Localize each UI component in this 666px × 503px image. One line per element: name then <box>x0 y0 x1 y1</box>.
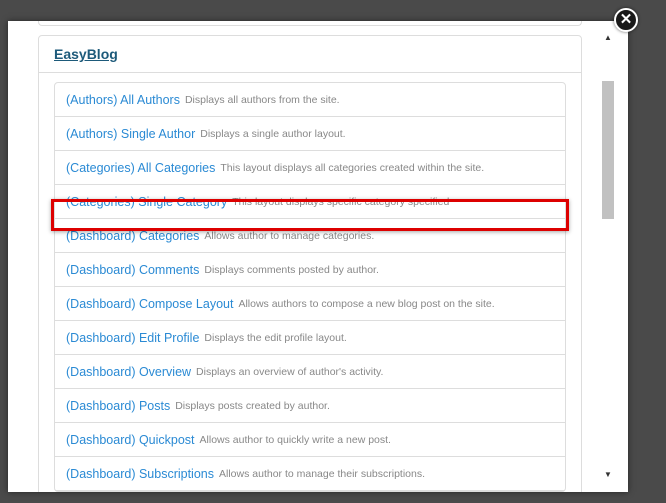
item-title[interactable]: (Dashboard) Compose Layout <box>66 297 233 311</box>
item-description: Allows author to manage categories. <box>204 229 375 242</box>
panel-title[interactable]: EasyBlog <box>54 46 118 62</box>
list-item[interactable]: (Dashboard) Compose Layout Allows author… <box>55 287 565 321</box>
layout-list: (Authors) All Authors Displays all autho… <box>54 82 566 492</box>
list-item[interactable]: (Dashboard) Overview Displays an overvie… <box>55 355 565 389</box>
modal-dialog: EasyBlog (Authors) All Authors Displays … <box>8 21 628 492</box>
item-description: Displays posts created by author. <box>175 399 330 412</box>
item-title[interactable]: (Dashboard) Edit Profile <box>66 331 199 345</box>
item-description: Allows author to quickly write a new pos… <box>199 433 391 446</box>
close-icon[interactable]: ✕ <box>614 8 638 32</box>
list-item[interactable]: (Authors) Single Author Displays a singl… <box>55 117 565 151</box>
item-description: This layout displays specific category s… <box>232 195 450 208</box>
item-description: Displays comments posted by author. <box>204 263 379 276</box>
item-description: Allows author to manage their subscripti… <box>219 467 426 480</box>
item-title[interactable]: (Authors) Single Author <box>66 127 195 141</box>
item-title[interactable]: (Dashboard) Comments <box>66 263 199 277</box>
item-description: Displays the edit profile layout. <box>204 331 347 344</box>
item-description: Displays a single author layout. <box>200 127 346 140</box>
panel-header: EasyBlog <box>39 36 581 73</box>
list-item[interactable]: (Authors) All Authors Displays all autho… <box>55 83 565 117</box>
item-title[interactable]: (Dashboard) Overview <box>66 365 191 379</box>
list-item[interactable]: (Dashboard) Subscriptions Allows author … <box>55 457 565 491</box>
item-title[interactable]: (Categories) Single Category <box>66 195 227 209</box>
item-description: Allows authors to compose a new blog pos… <box>238 297 495 310</box>
scroll-thumb[interactable] <box>602 81 614 219</box>
scroll-up-icon[interactable]: ▲ <box>600 31 616 45</box>
list-item[interactable]: (Dashboard) Quickpost Allows author to q… <box>55 423 565 457</box>
easyblog-panel: EasyBlog (Authors) All Authors Displays … <box>38 35 582 492</box>
list-item[interactable]: (Categories) All Categories This layout … <box>55 151 565 185</box>
item-title[interactable]: (Categories) All Categories <box>66 161 215 175</box>
list-item[interactable]: (Dashboard) Edit Profile Displays the ed… <box>55 321 565 355</box>
list-item[interactable]: (Dashboard) Categories Allows author to … <box>55 219 565 253</box>
vertical-scrollbar[interactable]: ▲ ▼ <box>600 31 616 482</box>
item-title[interactable]: (Dashboard) Categories <box>66 229 199 243</box>
scroll-down-icon[interactable]: ▼ <box>600 468 616 482</box>
item-title[interactable]: (Authors) All Authors <box>66 93 180 107</box>
list-item-single-category[interactable]: (Categories) Single Category This layout… <box>55 185 565 219</box>
previous-panel-edge <box>38 21 582 26</box>
item-title[interactable]: (Dashboard) Posts <box>66 399 170 413</box>
item-title[interactable]: (Dashboard) Quickpost <box>66 433 195 447</box>
list-item[interactable]: (Dashboard) Comments Displays comments p… <box>55 253 565 287</box>
list-item[interactable]: (Dashboard) Posts Displays posts created… <box>55 389 565 423</box>
item-description: Displays an overview of author's activit… <box>196 365 384 378</box>
item-title[interactable]: (Dashboard) Subscriptions <box>66 467 214 481</box>
item-description: This layout displays all categories crea… <box>220 161 485 174</box>
item-description: Displays all authors from the site. <box>184 93 340 106</box>
